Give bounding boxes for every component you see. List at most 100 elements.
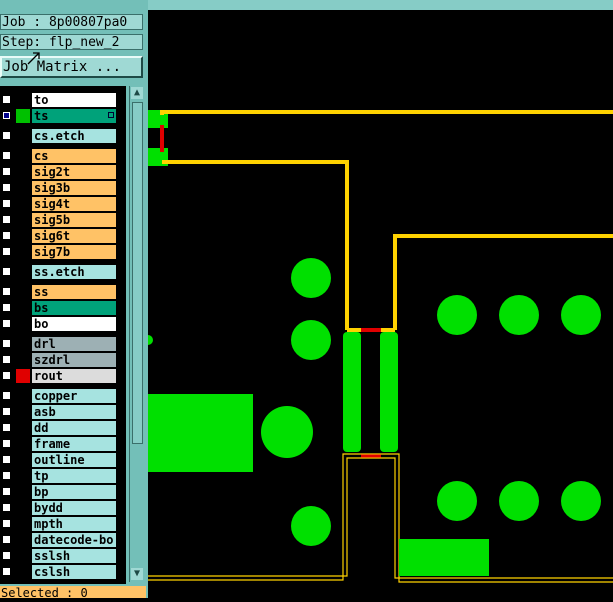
layer-row-cs[interactable]: cs (0, 148, 126, 164)
layer-row-to[interactable]: to (0, 92, 126, 108)
layer-label[interactable]: sig5b (32, 213, 116, 227)
layer-checkbox[interactable] (2, 287, 11, 296)
layer-label[interactable]: cs.etch (32, 129, 116, 143)
layer-label[interactable]: sig6t (32, 229, 116, 243)
layer-label[interactable]: to (32, 93, 116, 107)
layer-color-swatch[interactable] (16, 485, 30, 499)
layer-checkbox[interactable] (2, 231, 11, 240)
layer-label[interactable]: cslsh (32, 565, 116, 579)
layer-label[interactable]: rout (32, 369, 116, 383)
layer-color-swatch[interactable] (16, 453, 30, 467)
layer-color-swatch[interactable] (16, 213, 30, 227)
layer-label[interactable]: copper (32, 389, 116, 403)
layer-label[interactable]: cs (32, 149, 116, 163)
layer-row-datecode-bo[interactable]: datecode-bo (0, 532, 126, 548)
layer-label[interactable]: ss (32, 285, 116, 299)
layer-checkbox[interactable] (2, 303, 11, 312)
scroll-up-arrow-icon[interactable]: ▲ (131, 87, 143, 99)
layer-label[interactable]: sig4t (32, 197, 116, 211)
layer-color-swatch[interactable] (16, 469, 30, 483)
layer-checkbox[interactable] (2, 535, 11, 544)
layer-row-ss.etch[interactable]: ss.etch (0, 264, 126, 280)
layer-label[interactable]: bp (32, 485, 116, 499)
layer-checkbox[interactable] (2, 111, 11, 120)
layer-row-sig5b[interactable]: sig5b (0, 212, 126, 228)
layer-label[interactable]: bs (32, 301, 116, 315)
layer-checkbox[interactable] (2, 199, 11, 208)
layer-row-sig4t[interactable]: sig4t (0, 196, 126, 212)
layer-color-swatch[interactable] (16, 229, 30, 243)
layer-color-swatch[interactable] (16, 421, 30, 435)
layer-checkbox[interactable] (2, 503, 11, 512)
layer-row-cs.etch[interactable]: cs.etch (0, 128, 126, 144)
layer-row-drl[interactable]: drl (0, 336, 126, 352)
layer-checkbox[interactable] (2, 471, 11, 480)
layer-color-swatch[interactable] (16, 369, 30, 383)
layer-row-frame[interactable]: frame (0, 436, 126, 452)
layer-color-swatch[interactable] (16, 437, 30, 451)
layer-color-swatch[interactable] (16, 285, 30, 299)
layer-label[interactable]: ts (32, 109, 116, 123)
layer-row-bo[interactable]: bo (0, 316, 126, 332)
layer-color-swatch[interactable] (16, 405, 30, 419)
layer-color-swatch[interactable] (16, 129, 30, 143)
layer-checkbox[interactable] (2, 131, 11, 140)
layer-label[interactable]: asb (32, 405, 116, 419)
layer-row-szdrl[interactable]: szdrl (0, 352, 126, 368)
layer-color-swatch[interactable] (16, 265, 30, 279)
layer-checkbox[interactable] (2, 319, 11, 328)
layer-row-sig3b[interactable]: sig3b (0, 180, 126, 196)
layer-row-sig6t[interactable]: sig6t (0, 228, 126, 244)
scroll-down-arrow-icon[interactable]: ▼ (131, 568, 143, 580)
layer-color-swatch[interactable] (16, 501, 30, 515)
layer-checkbox[interactable] (2, 487, 11, 496)
layer-label[interactable]: bydd (32, 501, 116, 515)
layer-checkbox[interactable] (2, 391, 11, 400)
layer-color-swatch[interactable] (16, 93, 30, 107)
layer-row-mpth[interactable]: mpth (0, 516, 126, 532)
layer-color-swatch[interactable] (16, 109, 30, 123)
layer-row-asb[interactable]: asb (0, 404, 126, 420)
layer-checkbox[interactable] (2, 339, 11, 348)
layer-checkbox[interactable] (2, 151, 11, 160)
layer-color-swatch[interactable] (16, 149, 30, 163)
job-matrix-button[interactable]: Job Matrix ... (0, 56, 143, 78)
layer-label[interactable]: sig2t (32, 165, 116, 179)
layer-checkbox[interactable] (2, 355, 11, 364)
layer-color-swatch[interactable] (16, 549, 30, 563)
layer-row-ts[interactable]: ts (0, 108, 126, 124)
layer-checkbox[interactable] (2, 423, 11, 432)
layer-label[interactable]: sig3b (32, 181, 116, 195)
layer-color-swatch[interactable] (16, 337, 30, 351)
layer-checkbox[interactable] (2, 455, 11, 464)
layer-checkbox[interactable] (2, 267, 11, 276)
layer-color-swatch[interactable] (16, 245, 30, 259)
layer-row-bydd[interactable]: bydd (0, 500, 126, 516)
layer-row-cslsh[interactable]: cslsh (0, 564, 126, 580)
layer-label[interactable]: szdrl (32, 353, 116, 367)
layer-label[interactable]: dd (32, 421, 116, 435)
layer-checkbox[interactable] (2, 407, 11, 416)
layer-row-bs[interactable]: bs (0, 300, 126, 316)
layer-color-swatch[interactable] (16, 389, 30, 403)
layer-row-dd[interactable]: dd (0, 420, 126, 436)
layer-row-sig2t[interactable]: sig2t (0, 164, 126, 180)
layer-checkbox[interactable] (2, 519, 11, 528)
layer-list-scrollbar[interactable]: ▲ ▼ (129, 86, 144, 582)
layer-checkbox[interactable] (2, 439, 11, 448)
layer-color-swatch[interactable] (16, 181, 30, 195)
layer-row-rout[interactable]: rout (0, 368, 126, 384)
layer-row-tp[interactable]: tp (0, 468, 126, 484)
layer-row-bp[interactable]: bp (0, 484, 126, 500)
layer-checkbox[interactable] (2, 167, 11, 176)
layer-checkbox[interactable] (2, 247, 11, 256)
layer-checkbox[interactable] (2, 371, 11, 380)
layer-color-swatch[interactable] (16, 353, 30, 367)
layer-checkbox[interactable] (2, 215, 11, 224)
layer-color-swatch[interactable] (16, 197, 30, 211)
layer-label[interactable]: outline (32, 453, 116, 467)
layer-row-sig7b[interactable]: sig7b (0, 244, 126, 260)
layer-row-outline[interactable]: outline (0, 452, 126, 468)
layer-label[interactable]: bo (32, 317, 116, 331)
layer-label[interactable]: tp (32, 469, 116, 483)
